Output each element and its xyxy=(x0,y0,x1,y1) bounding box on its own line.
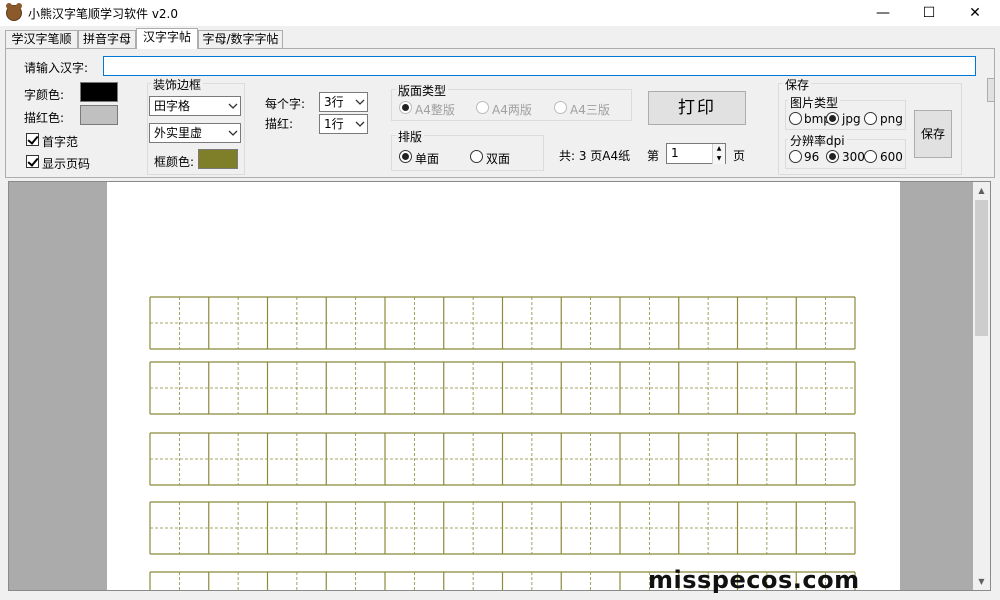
trace-rows-select[interactable]: 1行 xyxy=(319,114,368,134)
control-panel: 请输入汉字: 字颜色: 描红色: 首字范 显示页码 装饰边框 田字格 外实里虚 … xyxy=(5,48,995,178)
page-prefix-label: 第 xyxy=(647,149,660,163)
layout-double-label: 双面 xyxy=(486,152,511,166)
stepper-up-icon[interactable]: ▲ xyxy=(712,144,725,154)
layout-double-radio[interactable] xyxy=(470,150,483,163)
tab-letter-number-copybook[interactable]: 字母/数字字帖 xyxy=(198,30,283,49)
page-type-a4-full-label: A4整版 xyxy=(415,103,455,117)
grid-type-value: 田字格 xyxy=(154,99,191,113)
total-pages-text: 共: 3 页A4纸 xyxy=(559,149,631,163)
window-title: 小熊汉字笔顺学习软件 v2.0 xyxy=(28,7,179,21)
tab-learn-stroke-order[interactable]: 学汉字笔顺 xyxy=(5,30,78,49)
scroll-up-icon[interactable]: ▲ xyxy=(973,182,990,199)
maximize-button[interactable]: ☐ xyxy=(906,0,952,26)
scroll-down-icon[interactable]: ▼ xyxy=(973,573,990,590)
show-page-number-label: 显示页码 xyxy=(42,157,91,171)
frame-color-label: 框颜色: xyxy=(154,155,195,169)
minimize-button[interactable]: — xyxy=(860,0,906,26)
chevron-down-icon xyxy=(355,99,365,105)
layout-single-label: 单面 xyxy=(415,152,440,166)
close-button[interactable]: ✕ xyxy=(952,0,998,26)
dpi-300-radio[interactable] xyxy=(826,150,839,163)
rows-per-char-value: 3行 xyxy=(324,95,344,109)
image-type-bmp-radio[interactable] xyxy=(789,112,802,125)
tianzige-grid xyxy=(149,296,856,590)
dpi-300-label: 300 xyxy=(842,150,865,164)
layout-single-radio[interactable] xyxy=(399,150,412,163)
dpi-96-radio[interactable] xyxy=(789,150,802,163)
trace-rows-value: 1行 xyxy=(324,117,344,131)
chevron-down-icon xyxy=(355,121,365,127)
page-number-value: 1 xyxy=(671,146,679,160)
frame-color-swatch[interactable] xyxy=(198,149,238,169)
stepper-down-icon[interactable]: ▼ xyxy=(712,154,725,164)
a4-page-preview xyxy=(107,182,900,590)
tab-hanzi-copybook[interactable]: 汉字字帖 xyxy=(136,28,198,49)
layout-title: 排版 xyxy=(396,128,425,145)
page-type-a4-full-radio[interactable] xyxy=(399,101,412,114)
trace-color-label: 描红色: xyxy=(24,111,65,125)
char-color-swatch[interactable] xyxy=(80,82,118,102)
page-type-title: 版面类型 xyxy=(396,82,449,99)
title-bar: 小熊汉字笔顺学习软件 v2.0 — ☐ ✕ xyxy=(0,0,1000,26)
page-type-a4-three-label: A4三版 xyxy=(570,103,610,117)
watermark-text: misspecos.com xyxy=(648,566,860,594)
preview-area: ▲ ▼ xyxy=(8,181,991,591)
trace-color-swatch[interactable] xyxy=(80,105,118,125)
bear-app-icon xyxy=(6,3,22,21)
char-color-label: 字颜色: xyxy=(24,88,65,102)
dpi-96-label: 96 xyxy=(804,150,820,164)
rows-per-char-label: 每个字: xyxy=(265,97,306,111)
dpi-600-radio[interactable] xyxy=(864,150,877,163)
grid-type-select[interactable]: 田字格 xyxy=(149,96,241,116)
tab-pinyin-letters[interactable]: 拼音字母 xyxy=(78,30,136,49)
first-example-label: 首字范 xyxy=(42,135,79,149)
image-type-jpg-radio[interactable] xyxy=(826,112,839,125)
rows-per-char-select[interactable]: 3行 xyxy=(319,92,368,112)
page-type-a4-three-radio[interactable] xyxy=(554,101,567,114)
print-button[interactable]: 打印 xyxy=(648,91,746,125)
chevron-down-icon xyxy=(228,130,238,136)
scroll-thumb[interactable] xyxy=(975,200,988,336)
border-group-title: 装饰边框 xyxy=(151,76,204,93)
save-group-title: 保存 xyxy=(783,76,812,93)
image-type-title: 图片类型 xyxy=(788,94,841,111)
show-page-number-checkbox[interactable] xyxy=(26,155,39,168)
dpi-600-label: 600 xyxy=(880,150,903,164)
hanzi-input-label: 请输入汉字: xyxy=(24,61,89,75)
page-type-a4-two-label: A4两版 xyxy=(492,103,532,117)
page-number-stepper[interactable]: 1 ▲ ▼ xyxy=(666,143,726,164)
page-suffix-label: 页 xyxy=(733,149,746,163)
line-style-value: 外实里虚 xyxy=(154,126,203,140)
trace-rows-label: 描红: xyxy=(265,117,294,131)
hanzi-input[interactable] xyxy=(103,56,976,76)
first-example-checkbox[interactable] xyxy=(26,133,39,146)
save-button[interactable]: 保存 xyxy=(914,110,952,158)
panel-edge-handle xyxy=(987,78,995,102)
image-type-png-label: png xyxy=(880,112,903,126)
dpi-title: 分辨率dpi xyxy=(788,132,847,149)
page-type-a4-two-radio[interactable] xyxy=(476,101,489,114)
line-style-select[interactable]: 外实里虚 xyxy=(149,123,241,143)
vertical-scrollbar[interactable]: ▲ ▼ xyxy=(973,182,990,590)
image-type-png-radio[interactable] xyxy=(864,112,877,125)
image-type-jpg-label: jpg xyxy=(842,112,861,126)
chevron-down-icon xyxy=(228,103,238,109)
